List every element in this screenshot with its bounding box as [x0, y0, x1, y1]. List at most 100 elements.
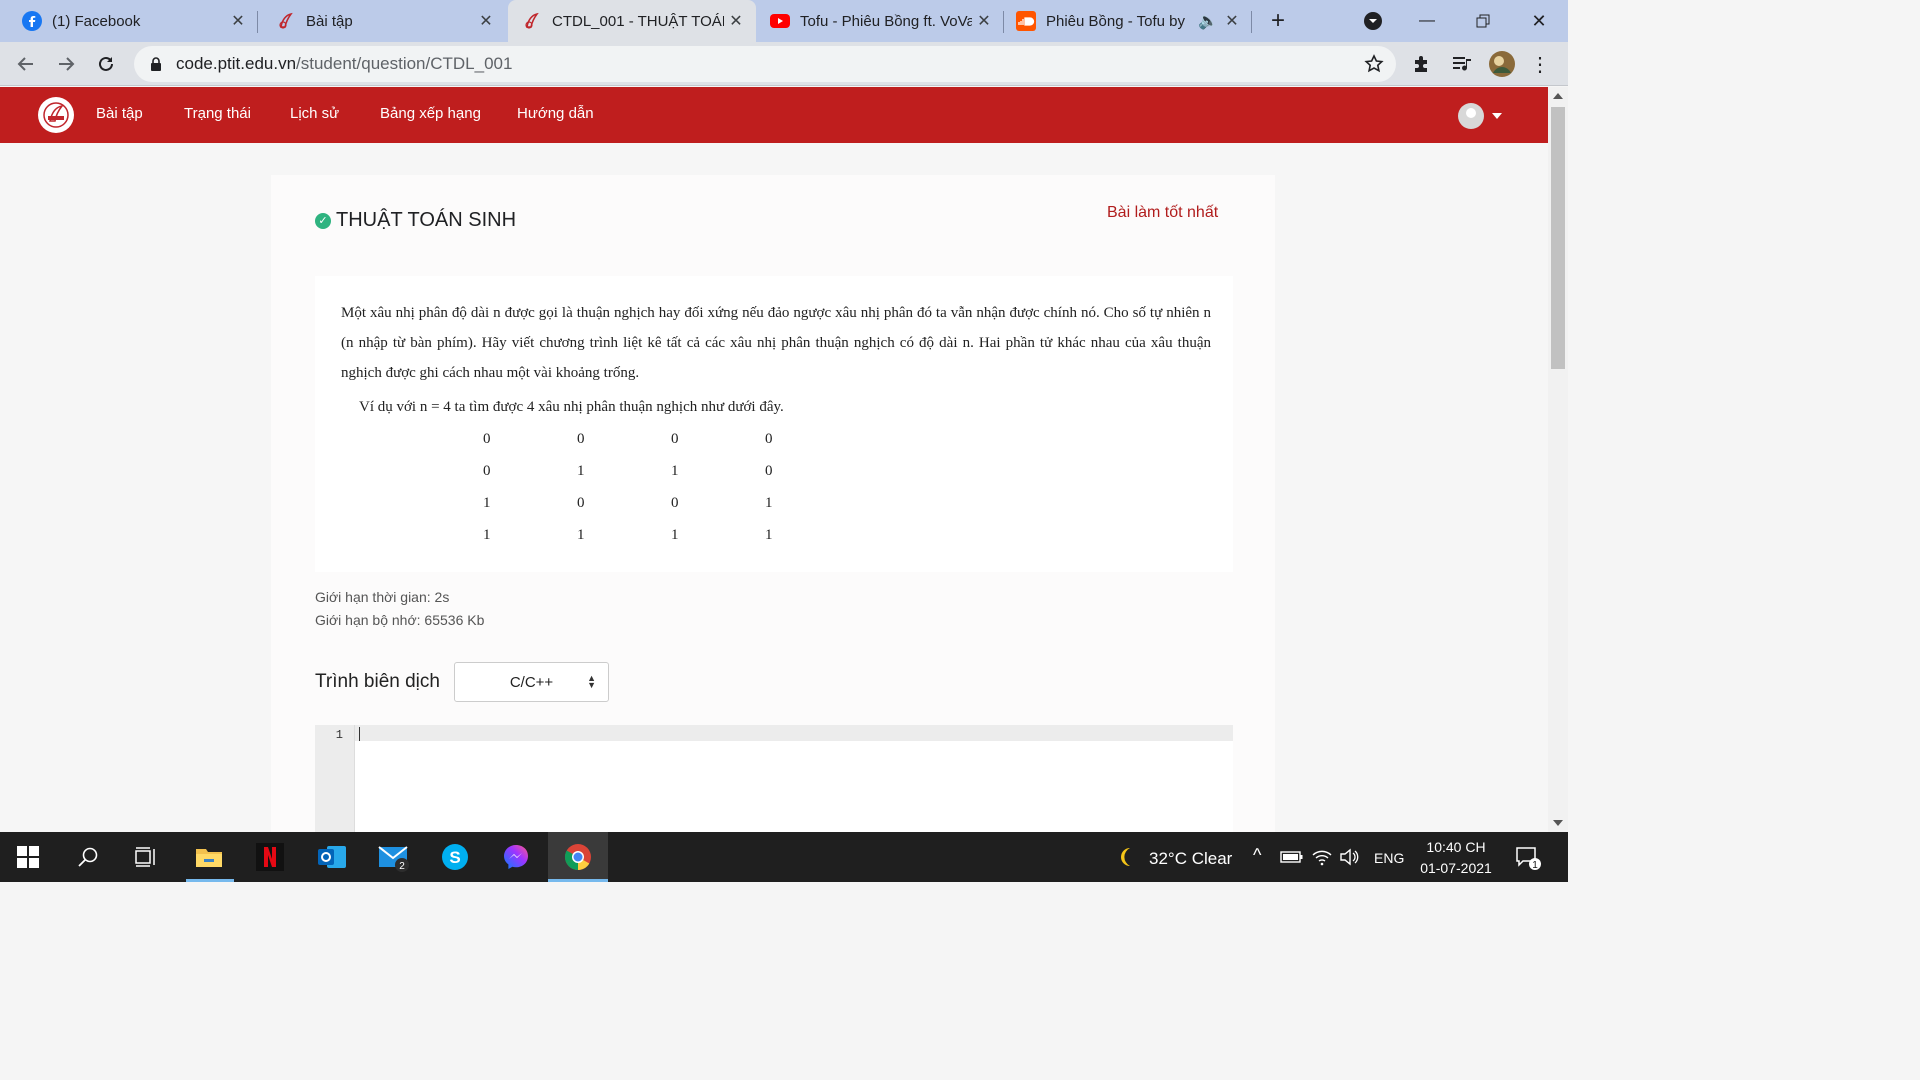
site-navbar: Bài tập Trạng thái Lịch sử Bảng xếp hạng…	[0, 87, 1548, 143]
battery-icon[interactable]	[1276, 841, 1308, 873]
chevron-up-icon[interactable]: ^	[1253, 845, 1261, 866]
forward-arrow-icon	[59, 57, 75, 71]
netflix-icon[interactable]	[254, 841, 286, 873]
search-icon[interactable]	[72, 841, 104, 873]
mail-icon[interactable]: 2	[378, 841, 410, 873]
back-arrow-icon	[17, 57, 33, 71]
tab-title: (1) Facebook	[52, 12, 141, 30]
browser-menu-button[interactable]: ⋮	[1526, 50, 1554, 78]
windows-taskbar: 2 S 32°C Clear ^ ENG 10:40 CH 01-07-2021…	[0, 832, 1568, 882]
close-tab-icon[interactable]: ✕	[972, 11, 996, 31]
nav-lich-su[interactable]: Lịch sử	[290, 105, 339, 122]
tab-separator	[1251, 11, 1252, 33]
skype-icon[interactable]: S	[439, 841, 471, 873]
restore-icon	[1476, 14, 1490, 28]
tab-search-button[interactable]	[1358, 0, 1388, 42]
limits-block: Giới hạn thời gian: 2s Giới hạn bộ nhớ: …	[315, 586, 484, 632]
messenger-icon[interactable]	[500, 841, 532, 873]
moon-weather-icon[interactable]	[1110, 841, 1142, 873]
notification-badge-count: 1	[1532, 860, 1538, 871]
example-cell: 1	[671, 463, 679, 479]
restore-button[interactable]	[1468, 0, 1498, 42]
minimize-button[interactable]: —	[1412, 0, 1442, 42]
bookmark-star-icon[interactable]	[1364, 54, 1384, 79]
nav-bang-xep-hang[interactable]: Bảng xếp hạng	[380, 105, 481, 122]
scrollbar-thumb[interactable]	[1551, 107, 1565, 369]
select-arrows-icon: ▲ ▼	[587, 673, 596, 690]
code-editor[interactable]: 1	[315, 725, 1233, 832]
best-submission-link[interactable]: Bài làm tốt nhất	[1107, 204, 1218, 222]
chrome-icon[interactable]	[562, 841, 594, 873]
compiler-label: Trình biên dịch	[315, 671, 440, 692]
example-cell: 0	[577, 431, 585, 447]
nav-trang-thai[interactable]: Trạng thái	[184, 105, 251, 122]
clock[interactable]: 10:40 CH 01-07-2021	[1410, 837, 1502, 879]
example-cell: 1	[765, 527, 773, 543]
user-menu-caret-icon[interactable]	[1492, 113, 1502, 119]
line-number: 1	[335, 728, 343, 742]
editor-active-line[interactable]	[355, 725, 1233, 741]
compiler-select[interactable]: C/C++ ▲ ▼	[454, 662, 609, 702]
close-tab-icon[interactable]: ✕	[1220, 11, 1244, 31]
media-control-button[interactable]	[1448, 50, 1476, 78]
lock-icon	[148, 56, 164, 72]
nav-huong-dan[interactable]: Hướng dẫn	[517, 105, 594, 122]
example-cell: 1	[671, 527, 679, 543]
close-tab-icon[interactable]: ✕	[474, 11, 498, 31]
example-cell: 0	[577, 495, 585, 511]
page-content: ✓ THUẬT TOÁN SINH Bài làm tốt nhất Một x…	[0, 143, 1548, 832]
playlist-icon	[1453, 57, 1471, 71]
example-cell: 1	[577, 527, 585, 543]
editor-cursor	[359, 727, 360, 741]
page-scrollbar[interactable]	[1548, 87, 1568, 832]
notification-center-icon[interactable]: 1	[1512, 841, 1544, 873]
url-text: code.ptit.edu.vn/student/question/CTDL_0…	[176, 54, 512, 74]
problem-statement: Một xâu nhị phân độ dài n được gọi là th…	[315, 276, 1233, 572]
example-cell: 1	[483, 527, 491, 543]
windows-start-icon[interactable]	[12, 841, 44, 873]
mail-badge-count: 2	[399, 861, 405, 872]
example-cell: 0	[671, 495, 679, 511]
ptit-logo[interactable]	[38, 97, 74, 133]
example-cell: 0	[765, 463, 773, 479]
close-window-button[interactable]: ✕	[1524, 0, 1554, 42]
tab-soundcloud[interactable]: Phiêu Bồng - Tofu by 🔈 ✕	[1004, 0, 1252, 42]
url-path: /student/question/CTDL_001	[296, 54, 513, 73]
chevron-down-icon	[1364, 12, 1382, 30]
profile-avatar-button[interactable]	[1488, 50, 1516, 78]
task-view-icon[interactable]	[130, 841, 162, 873]
speaker-mute-icon[interactable]: 🔈	[1198, 11, 1218, 31]
language-indicator[interactable]: ENG	[1374, 850, 1404, 866]
example-cell: 1	[765, 495, 773, 511]
scroll-down-arrow-icon[interactable]	[1553, 820, 1563, 826]
question-card: ✓ THUẬT TOÁN SINH Bài làm tốt nhất Một x…	[271, 175, 1275, 832]
close-tab-icon[interactable]: ✕	[724, 11, 748, 31]
avatar	[1489, 51, 1515, 77]
address-bar[interactable]: code.ptit.edu.vn/student/question/CTDL_0…	[134, 46, 1396, 82]
back-button[interactable]	[12, 50, 40, 78]
volume-icon[interactable]	[1334, 841, 1366, 873]
question-title-text: THUẬT TOÁN SINH	[336, 209, 517, 231]
close-tab-icon[interactable]: ✕	[226, 11, 250, 31]
extensions-button[interactable]	[1408, 50, 1436, 78]
file-explorer-icon[interactable]	[193, 841, 225, 873]
new-tab-button[interactable]: +	[1262, 0, 1294, 42]
puzzle-icon	[1415, 56, 1427, 72]
user-avatar[interactable]	[1458, 103, 1484, 129]
ptit-icon	[522, 11, 542, 31]
scroll-up-arrow-icon[interactable]	[1553, 93, 1563, 99]
example-cell: 0	[483, 463, 491, 479]
outlook-icon[interactable]	[316, 841, 348, 873]
solved-check-icon: ✓	[315, 212, 331, 229]
url-host: code.ptit.edu.vn	[176, 54, 297, 73]
forward-button[interactable]	[52, 50, 80, 78]
tab-ctdl-001[interactable]: CTDL_001 - THUẬT TOÁN ✕	[508, 0, 756, 42]
tab-bai-tap[interactable]: Bài tập ✕	[258, 0, 506, 42]
statement-example-intro: Ví dụ với n = 4 ta tìm được 4 xâu nhị ph…	[359, 399, 784, 415]
statement-paragraph: Một xâu nhị phân độ dài n được gọi là th…	[341, 305, 1211, 381]
tab-facebook[interactable]: (1) Facebook ✕	[0, 0, 258, 42]
weather-text[interactable]: 32°C Clear	[1149, 849, 1232, 869]
reload-button[interactable]	[92, 50, 120, 78]
nav-bai-tap[interactable]: Bài tập	[96, 105, 143, 122]
tab-youtube[interactable]: Tofu - Phiêu Bồng ft. VoVa ✕	[756, 0, 1004, 42]
